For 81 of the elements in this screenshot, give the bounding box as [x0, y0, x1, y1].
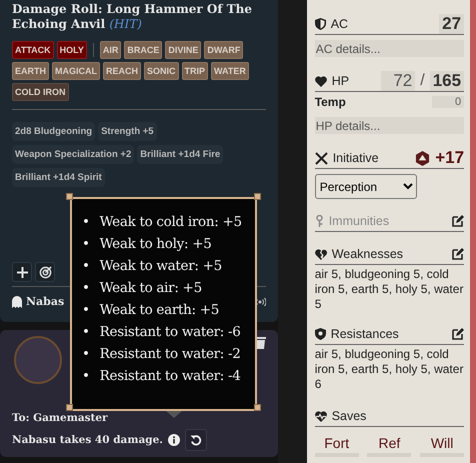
key-icon: [314, 215, 324, 227]
tooltip-item: Resistant to water: -4: [100, 367, 241, 385]
bullet-mark: •: [82, 345, 90, 363]
save-button[interactable]: Will: [420, 435, 464, 457]
tooltip-item: Weak to cold iron: +5: [100, 213, 242, 231]
initiative-value: +17: [435, 148, 464, 168]
tooltip-caret: [166, 411, 182, 418]
tooltip-item: Weak to earth: +5: [100, 301, 220, 319]
undo-button[interactable]: [184, 429, 207, 451]
bullet-mark: •: [82, 301, 90, 319]
bullet-mark: •: [82, 279, 90, 297]
undo-icon: [190, 434, 202, 446]
modifier-tag: Brilliant +1d4 Spirit: [12, 168, 105, 187]
edit-icon[interactable]: [452, 328, 464, 340]
trait-tag: BRACE: [124, 41, 162, 59]
ac-value[interactable]: 27: [439, 14, 464, 34]
recipient-text: To: Gamemaster: [12, 412, 108, 424]
trait-tag: WATER: [211, 62, 249, 80]
tooltip-item: Resistant to water: -2: [100, 345, 241, 363]
trait-tag: EARTH: [12, 62, 49, 80]
save-button[interactable]: Ref: [367, 435, 412, 457]
bullet-mark: •: [82, 323, 90, 341]
plus-icon: [16, 266, 28, 278]
bullet-mark: •: [82, 367, 90, 385]
modifier-tag: Weapon Specialization +2: [12, 145, 134, 164]
skill-dropdown[interactable]: Perception: [314, 174, 417, 199]
target-name: Nabas: [26, 295, 64, 308]
hp-separator: /: [420, 72, 425, 90]
shield-icon: [314, 328, 326, 340]
save-button[interactable]: Fort: [314, 435, 359, 457]
ac-label: AC: [330, 17, 348, 31]
message-text: Nabasu takes 40 damage.: [12, 434, 163, 446]
saves-label: Saves: [332, 409, 366, 423]
trait-tag: TRIP: [182, 62, 208, 80]
ghost-icon: [12, 296, 22, 308]
bullet-mark: •: [82, 213, 90, 231]
trait-tag: DIVINE: [165, 41, 202, 59]
hp-details-field[interactable]: HP details...: [314, 117, 464, 134]
target-button[interactable]: [35, 262, 55, 282]
trait-tag: MAGICAL: [52, 62, 100, 80]
target-icon: [38, 266, 52, 278]
tooltip-item: Weak to water: +5: [100, 257, 222, 275]
crossed-swords-icon: [314, 152, 328, 164]
bullet-mark: •: [82, 235, 90, 253]
modifier-tag: Strength +5: [98, 122, 157, 141]
trait-tag: REACH: [103, 62, 142, 80]
edit-icon[interactable]: [452, 248, 464, 260]
trait-tag: DWARF: [204, 41, 244, 59]
section-title: Resistances: [330, 327, 399, 341]
shield-icon: [314, 18, 326, 30]
temp-hp-field[interactable]: 0: [432, 96, 464, 108]
initiative-label: Initiative: [332, 151, 379, 165]
trait-tag: COLD IRON: [12, 83, 68, 101]
trait-tag: ATTACK: [12, 41, 54, 59]
temp-label: Temp: [314, 95, 346, 109]
ac-details-field[interactable]: AC details...: [314, 40, 464, 57]
modifier-tag: Brilliant +1d4 Fire: [137, 145, 224, 164]
tooltip-item: Weak to holy: +5: [100, 235, 212, 253]
hp-label: HP: [332, 74, 350, 88]
trait-tag: AIR: [100, 41, 122, 59]
trait-tag: SONIC: [144, 62, 179, 80]
modifier-tag: 2d8 Bludgeoning: [12, 122, 96, 141]
card-title: Damage Roll: Long Hammer Of The Echoing Anvil (HIT): [12, 2, 254, 32]
trash-icon[interactable]: [255, 336, 266, 349]
heart-icon: [314, 76, 327, 86]
tooltip-item: Resistant to water: -6: [100, 323, 241, 341]
tooltip-item: Weak to air: +5: [100, 279, 202, 297]
broken-heart-icon: [314, 248, 327, 260]
section-title: Immunities: [328, 214, 390, 228]
section-text: air 5, bludgeoning 5, cold iron 5, earth 5, holy 5, water 6: [314, 347, 464, 392]
info-icon[interactable]: [168, 434, 180, 446]
trait-tag: HOLY: [56, 41, 87, 59]
section-title: Weaknesses: [332, 247, 404, 261]
section-text: air 5, bludgeoning 5, cold iron 5, earth 5, holy 5, water 5: [314, 267, 464, 312]
hp-value-field[interactable]: 72: [381, 71, 416, 91]
bullet-mark: •: [82, 257, 90, 275]
d20-icon[interactable]: [415, 150, 430, 166]
hp-max-value[interactable]: 165: [430, 71, 464, 91]
avatar-placeholder: [14, 336, 62, 384]
add-button[interactable]: [12, 262, 32, 282]
heartbeat-icon: [314, 410, 327, 422]
